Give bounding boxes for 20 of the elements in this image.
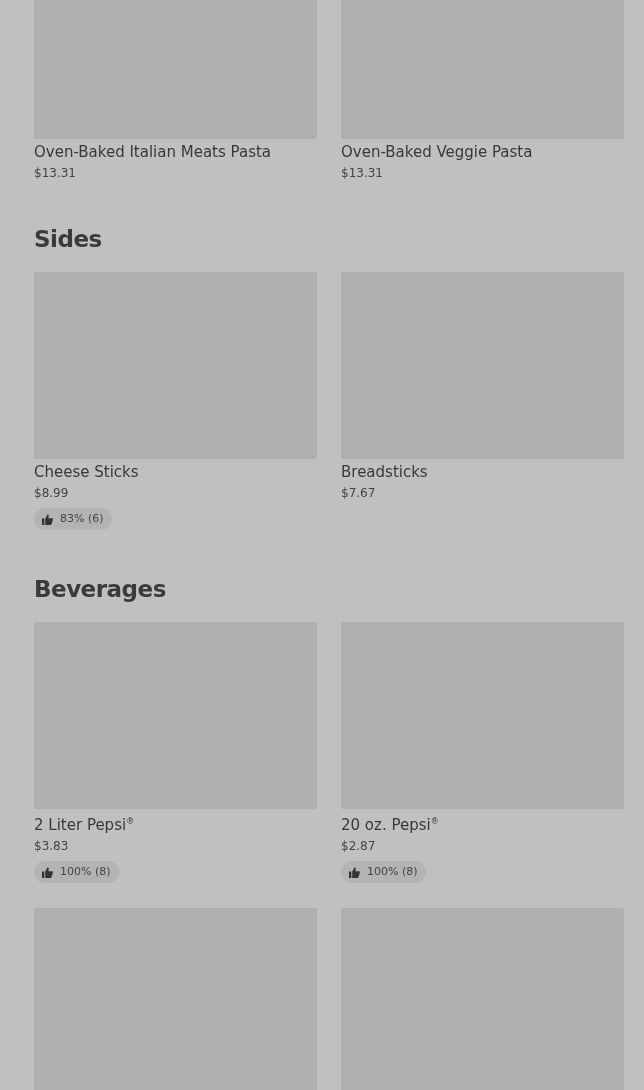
section-heading: Beverages bbox=[34, 575, 167, 604]
item-name[interactable]: 20 oz. Pepsi$^{®}$ bbox=[341, 813, 624, 834]
rating-text: 100% (8) bbox=[367, 864, 418, 880]
item-name[interactable]: Cheese Sticks bbox=[34, 463, 317, 481]
rating-text: 100% (8) bbox=[60, 864, 111, 880]
thumbs-up-icon bbox=[42, 513, 53, 525]
item-price: $13.31 bbox=[341, 166, 384, 180]
item-price: $7.67 bbox=[341, 486, 377, 500]
item-price: $13.31 bbox=[34, 166, 77, 180]
item-name[interactable]: Oven-Baked Veggie Pasta bbox=[341, 143, 624, 161]
section-heading: Sides bbox=[34, 225, 103, 254]
item-name[interactable]: Oven-Baked Italian Meats Pasta bbox=[34, 143, 317, 161]
item-name[interactable]: 2 Liter Pepsi$^{®}$ bbox=[34, 813, 317, 834]
item-price: $2.87 bbox=[341, 839, 377, 853]
item-price: $3.83 bbox=[34, 839, 70, 853]
thumbs-up-icon bbox=[42, 866, 53, 878]
thumbs-up-icon bbox=[349, 866, 360, 878]
item-name[interactable]: Breadsticks bbox=[341, 463, 624, 481]
item-price: $8.99 bbox=[34, 486, 70, 500]
rating-text: 83% (6) bbox=[60, 511, 104, 527]
